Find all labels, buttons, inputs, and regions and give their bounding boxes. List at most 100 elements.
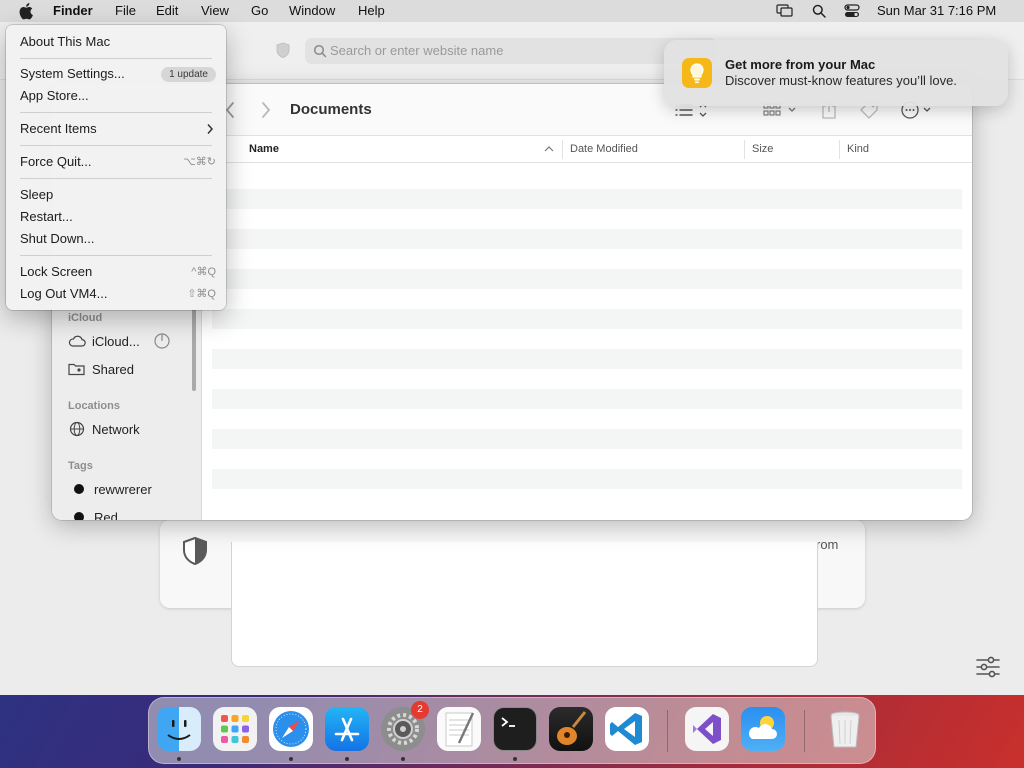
tag-color-dot: [74, 484, 84, 494]
sidebar-item-network[interactable]: Network: [68, 418, 140, 440]
dock-finder-icon[interactable]: [157, 707, 201, 751]
empty-row-stripe: [212, 349, 962, 369]
safari-compass-icon: [273, 711, 309, 747]
tag-color-dot: [74, 512, 84, 520]
menu-item-label: Shut Down...: [20, 231, 95, 246]
dock-launchpad-icon[interactable]: [213, 707, 257, 751]
tips-notification[interactable]: Get more from your Mac Discover must-kno…: [664, 40, 1008, 106]
sidebar-item-shared[interactable]: Shared: [68, 358, 134, 380]
sidebar-item-label: Network: [92, 421, 140, 437]
terminal-prompt-icon: [501, 717, 515, 727]
menu-item-shut-down[interactable]: Shut Down...: [12, 228, 220, 250]
sidebar-item-icloud-drive[interactable]: iCloud...: [68, 330, 176, 352]
sidebar-header-locations: Locations: [68, 400, 120, 412]
address-bar[interactable]: Search or enter website name: [305, 38, 717, 64]
sidebar-header-tags: Tags: [68, 460, 93, 472]
sidebar-item-label: iCloud...: [92, 333, 140, 349]
control-center-icon[interactable]: [844, 4, 860, 18]
update-badge: 1 update: [161, 67, 216, 82]
sidebar-item-tag[interactable]: Red: [68, 506, 118, 520]
apple-menu: About This Mac System Settings... 1 upda…: [6, 25, 226, 310]
screen-mirroring-icon[interactable]: [776, 4, 794, 18]
finder-face-icon: [167, 720, 191, 740]
column-size[interactable]: Size: [752, 143, 773, 155]
guitar-icon: [557, 711, 587, 745]
menu-help[interactable]: Help: [358, 3, 385, 18]
sidebar-header-icloud: iCloud: [68, 312, 103, 324]
menu-item-restart[interactable]: Restart...: [12, 206, 220, 228]
dock-vscode-icon[interactable]: [605, 707, 649, 751]
menu-item-recent-items[interactable]: Recent Items: [12, 118, 220, 140]
menu-item-label: Lock Screen: [20, 264, 93, 279]
content-panel: [231, 542, 818, 667]
menu-item-sleep[interactable]: Sleep: [12, 184, 220, 206]
menu-item-log-out[interactable]: Log Out VM4... ⇧⌘Q: [12, 283, 220, 305]
dock-app-store-icon[interactable]: [325, 707, 369, 751]
column-name[interactable]: Name: [249, 143, 279, 155]
network-globe-icon: [69, 421, 85, 437]
menu-view[interactable]: View: [201, 3, 229, 18]
menu-go[interactable]: Go: [251, 3, 268, 18]
spotlight-search-icon[interactable]: [812, 4, 826, 18]
dock-safari-icon[interactable]: [269, 707, 313, 751]
menu-item-label: System Settings...: [20, 66, 125, 81]
menu-edit[interactable]: Edit: [156, 3, 178, 18]
apple-logo-icon[interactable]: [18, 2, 34, 20]
sidebar-item-tag[interactable]: rewwrerer: [68, 478, 152, 500]
dock: 2: [148, 697, 876, 764]
notification-badge: 2: [411, 701, 429, 719]
dock-running-indicator: [289, 757, 293, 761]
dock-running-indicator: [401, 757, 405, 761]
trash-icon: [830, 711, 860, 748]
menu-app-name[interactable]: Finder: [53, 3, 93, 18]
menu-bar: Finder File Edit View Go Window Help Sun…: [0, 0, 1024, 22]
search-icon: [313, 44, 327, 58]
menu-separator: [20, 145, 212, 146]
privacy-shield-icon: [183, 536, 207, 566]
column-divider[interactable]: [839, 140, 840, 159]
dock-terminal-icon[interactable]: [493, 707, 537, 751]
privacy-shield-icon[interactable]: [276, 42, 290, 58]
menu-item-label: Log Out VM4...: [20, 286, 108, 301]
cloud-icon: [68, 335, 86, 347]
menu-item-label: Recent Items: [20, 121, 97, 136]
menu-item-label: Restart...: [20, 209, 73, 224]
menu-item-about-this-mac[interactable]: About This Mac: [12, 31, 220, 53]
dock-running-indicator: [177, 757, 181, 761]
menu-item-lock-screen[interactable]: Lock Screen ^⌘Q: [12, 261, 220, 283]
menu-window[interactable]: Window: [289, 3, 335, 18]
column-date-modified[interactable]: Date Modified: [570, 143, 638, 155]
lightbulb-icon: [690, 63, 704, 84]
menu-item-system-settings[interactable]: System Settings... 1 update: [12, 63, 220, 85]
column-kind[interactable]: Kind: [847, 143, 869, 155]
textedit-page-icon: [445, 712, 475, 747]
notification-body: Discover must-know features you’ll love.: [725, 73, 957, 88]
tips-app-icon: [682, 58, 712, 88]
address-placeholder: Search or enter website name: [330, 43, 504, 58]
app-store-a-icon: [334, 717, 360, 742]
dock-divider: [667, 710, 668, 752]
privacy-report-text: rom: [816, 537, 839, 552]
menu-item-shortcut: ⌥⌘↻: [183, 156, 216, 168]
menu-bar-clock[interactable]: Sun Mar 31 7:16 PM: [877, 3, 996, 18]
sidebar-scrollbar[interactable]: [192, 309, 196, 391]
column-header: Name Date Modified Size Kind: [202, 136, 972, 163]
dock-textedit-icon[interactable]: [437, 707, 481, 751]
menu-item-shortcut: ⇧⌘Q: [187, 288, 216, 300]
menu-separator: [20, 58, 212, 59]
menu-item-force-quit[interactable]: Force Quit... ⌥⌘↻: [12, 151, 220, 173]
dock-visual-studio-icon[interactable]: [685, 707, 729, 751]
visual-studio-icon: [693, 714, 721, 744]
weather-sun-cloud-icon: [748, 716, 777, 739]
column-divider[interactable]: [562, 140, 563, 159]
menu-item-app-store[interactable]: App Store...: [12, 85, 220, 107]
dock-garageband-icon[interactable]: [549, 707, 593, 751]
customize-sliders-icon[interactable]: [975, 655, 1001, 679]
menu-file[interactable]: File: [115, 3, 136, 18]
menu-item-shortcut: ^⌘Q: [191, 266, 216, 278]
forward-chevron-icon[interactable]: [260, 101, 272, 119]
dock-trash-icon[interactable]: [823, 707, 867, 751]
sync-progress-icon: [154, 333, 170, 349]
dock-weather-icon[interactable]: [741, 707, 785, 751]
column-divider[interactable]: [744, 140, 745, 159]
